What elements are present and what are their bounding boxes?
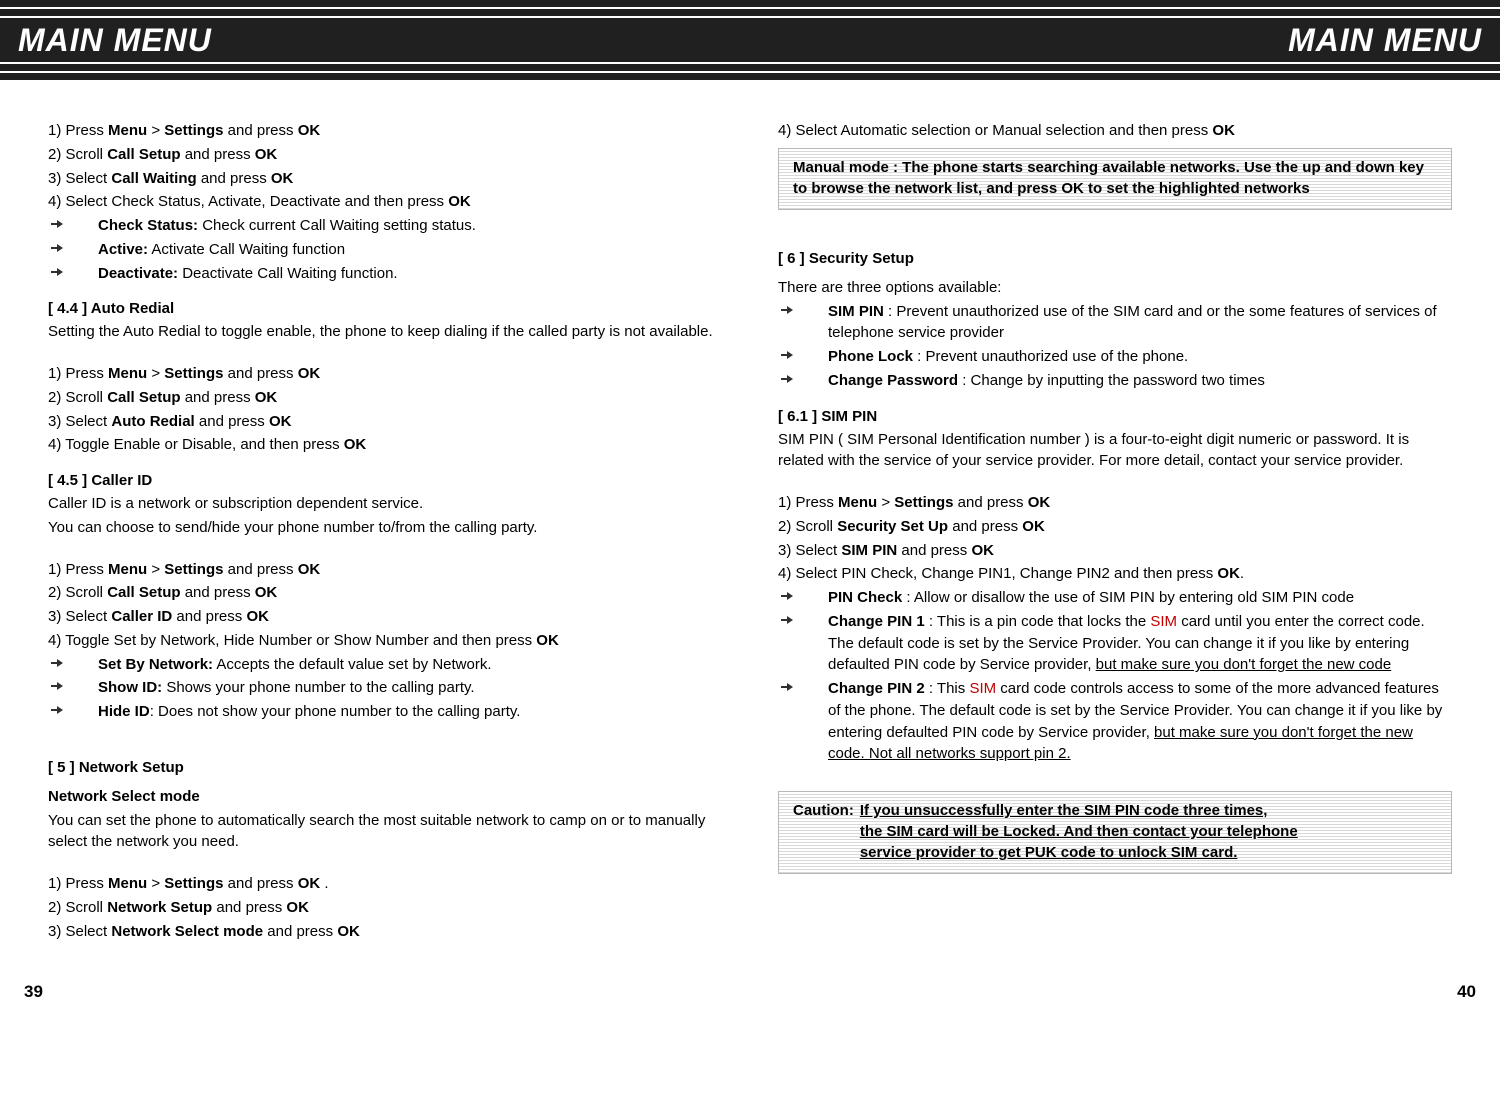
step-line: 2) Scroll Call Setup and press OK [48,582,722,604]
bullet-item: Active: Activate Call Waiting function [48,239,722,261]
bullet-arrow-icon [48,239,98,261]
step-line: 1) Press Menu > Settings and press OK [48,120,722,142]
step-line: 1) Press Menu > Settings and press OK [778,492,1452,514]
bullet-arrow-icon [778,611,828,676]
left-column: 1) Press Menu > Settings and press OK2) … [48,120,722,944]
step-line: 2) Scroll Security Set Up and press OK [778,516,1452,538]
section-6-head: [ 6 ] Security Setup [778,250,1452,267]
manual-mode-note: Manual mode : The phone starts searching… [778,148,1452,210]
step-line: 2) Scroll Call Setup and press OK [48,144,722,166]
step-line: 4) Toggle Set by Network, Hide Number or… [48,630,722,652]
bullet-arrow-icon [778,301,828,345]
bullet-arrow-icon [48,215,98,237]
bullet-item: PIN Check : Allow or disallow the use of… [778,587,1452,609]
bullet-arrow-icon [48,701,98,723]
bullet-item: Change PIN 2 : This SIM card code contro… [778,678,1452,765]
step-line: 3) Select Network Select mode and press … [48,921,722,943]
step-line: 3) Select Call Waiting and press OK [48,168,722,190]
step-line: 1) Press Menu > Settings and press OK . [48,873,722,895]
header-underline [0,62,1500,80]
step-line: 4) Select PIN Check, Change PIN1, Change… [778,563,1452,585]
bullet-arrow-icon [778,678,828,765]
bullet-item: SIM PIN : Prevent unauthorized use of th… [778,301,1452,345]
section-6-intro: There are three options available: [778,277,1452,299]
step-line: 1) Press Menu > Settings and press OK [48,559,722,581]
section-4-5-head: [ 4.5 ] Caller ID [48,472,722,489]
page-header: MAIN MENU MAIN MENU [0,18,1500,62]
section-6-1-body: SIM PIN ( SIM Personal Identification nu… [778,429,1452,473]
bullet-item: Show ID: Shows your phone number to the … [48,677,722,699]
bullet-item: Change Password : Change by inputting th… [778,370,1452,392]
bullet-arrow-icon [778,370,828,392]
bullet-arrow-icon [778,587,828,609]
step-line: 3) Select Auto Redial and press OK [48,411,722,433]
step-line: 2) Scroll Call Setup and press OK [48,387,722,409]
bullet-item: Change PIN 1 : This is a pin code that l… [778,611,1452,676]
caution-box: Caution: If you unsuccessfully enter the… [778,791,1452,874]
page-footer: 39 40 [0,964,1500,1020]
section-5-subhead: Network Select mode [48,788,200,805]
bullet-item: Set By Network: Accepts the default valu… [48,654,722,676]
bullet-item: Deactivate: Deactivate Call Waiting func… [48,263,722,285]
step-line: 4) Select Automatic selection or Manual … [778,120,1452,142]
section-4-5-line2: You can choose to send/hide your phone n… [48,517,722,539]
step-line: 4) Select Check Status, Activate, Deacti… [48,191,722,213]
bullet-arrow-icon [48,654,98,676]
step-line: 3) Select Caller ID and press OK [48,606,722,628]
top-border [0,0,1500,18]
page-number-right: 40 [1457,982,1476,1002]
header-title-right: MAIN MENU [1288,22,1482,59]
bullet-arrow-icon [778,346,828,368]
step-line: 3) Select SIM PIN and press OK [778,540,1452,562]
section-4-4-head: [ 4.4 ] Auto Redial [48,300,722,317]
right-column: 4) Select Automatic selection or Manual … [778,120,1452,944]
section-4-5-line1: Caller ID is a network or subscription d… [48,493,722,515]
caution-line: service provider to get PUK code to unlo… [860,842,1437,863]
section-5-head: [ 5 ] Network Setup [48,759,722,776]
page-number-left: 39 [24,982,43,1002]
step-line: 4) Toggle Enable or Disable, and then pr… [48,434,722,456]
section-4-4-body: Setting the Auto Redial to toggle enable… [48,321,722,343]
caution-line: If you unsuccessfully enter the SIM PIN … [860,800,1437,821]
bullet-item: Phone Lock : Prevent unauthorized use of… [778,346,1452,368]
section-5-body: You can set the phone to automatically s… [48,810,722,854]
caution-label: Caution: [793,800,854,863]
section-6-1-head: [ 6.1 ] SIM PIN [778,408,1452,425]
step-line: 1) Press Menu > Settings and press OK [48,363,722,385]
step-line: 2) Scroll Network Setup and press OK [48,897,722,919]
caution-line: the SIM card will be Locked. And then co… [860,821,1437,842]
bullet-arrow-icon [48,677,98,699]
header-title-left: MAIN MENU [18,22,212,59]
bullet-arrow-icon [48,263,98,285]
bullet-item: Hide ID: Does not show your phone number… [48,701,722,723]
bullet-item: Check Status: Check current Call Waiting… [48,215,722,237]
